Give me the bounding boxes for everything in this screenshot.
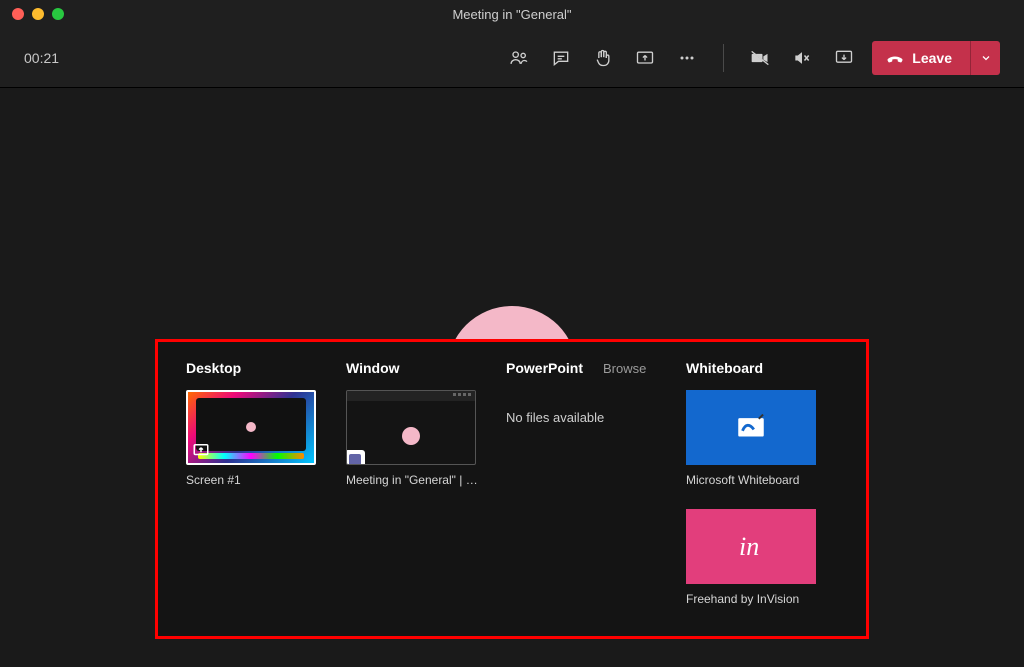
window-title: Meeting in "General": [452, 7, 571, 22]
powerpoint-title: PowerPoint: [506, 360, 583, 376]
share-column-window: Window Meeting in "General" | M...: [346, 360, 506, 606]
close-window-button[interactable]: [12, 8, 24, 20]
raise-hand-icon[interactable]: [593, 48, 613, 68]
share-desktop-label: Screen #1: [186, 473, 321, 487]
camera-off-icon[interactable]: [750, 48, 770, 68]
dock-icon[interactable]: [834, 48, 854, 68]
teams-app-icon: [346, 450, 365, 465]
minimize-window-button[interactable]: [32, 8, 44, 20]
leave-label: Leave: [912, 50, 952, 66]
share-column-desktop: Desktop Screen #1: [186, 360, 346, 606]
toolbar-separator: [723, 44, 724, 72]
svg-text:in: in: [739, 532, 759, 561]
share-tray: Desktop Screen #1 Window Meeting in: [155, 339, 869, 639]
leave-button[interactable]: Leave: [872, 41, 970, 75]
whiteboard-ms-label: Microsoft Whiteboard: [686, 473, 821, 487]
meeting-stage: Desktop Screen #1 Window Meeting in: [0, 88, 1024, 667]
titlebar: Meeting in "General": [0, 0, 1024, 28]
powerpoint-header: PowerPoint Browse: [506, 360, 686, 376]
window-controls: [0, 8, 64, 20]
whiteboard-header: Whiteboard: [686, 360, 836, 376]
leave-button-group: Leave: [872, 41, 1000, 75]
speaker-off-icon[interactable]: [792, 48, 812, 68]
whiteboard-invision-item[interactable]: in: [686, 509, 816, 584]
call-timer: 00:21: [24, 50, 59, 66]
chat-icon[interactable]: [551, 48, 571, 68]
share-desktop-screen-1[interactable]: [186, 390, 316, 465]
meeting-toolbar: 00:21 Leave: [0, 28, 1024, 88]
whiteboard-invision-label: Freehand by InVision: [686, 592, 821, 606]
desktop-header: Desktop: [186, 360, 346, 376]
leave-chevron-button[interactable]: [970, 41, 1000, 75]
share-window-item[interactable]: [346, 390, 476, 465]
share-screen-icon[interactable]: [635, 48, 655, 68]
powerpoint-empty-message: No files available: [506, 410, 686, 425]
powerpoint-browse-link[interactable]: Browse: [603, 361, 646, 376]
share-column-powerpoint: PowerPoint Browse No files available: [506, 360, 686, 606]
more-icon[interactable]: [677, 48, 697, 68]
share-overlay-icon: [192, 441, 210, 459]
window-header: Window: [346, 360, 506, 376]
people-icon[interactable]: [509, 48, 529, 68]
whiteboard-ms-item[interactable]: [686, 390, 816, 465]
share-window-label: Meeting in "General" | M...: [346, 473, 481, 487]
hangup-icon: [886, 49, 904, 67]
maximize-window-button[interactable]: [52, 8, 64, 20]
share-column-whiteboard: Whiteboard Microsoft Whiteboard in Freeh…: [686, 360, 836, 606]
